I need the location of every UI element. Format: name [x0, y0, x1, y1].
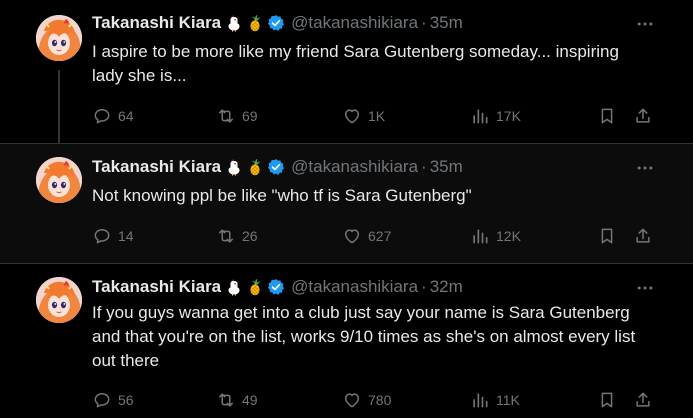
analytics-icon	[470, 226, 490, 246]
reply-button[interactable]: 64	[92, 104, 134, 128]
heart-icon	[342, 390, 362, 410]
like-count: 627	[368, 228, 392, 244]
chicken-icon	[226, 14, 242, 32]
reply-button[interactable]: 14	[92, 224, 134, 248]
bookmark-button[interactable]	[597, 224, 617, 248]
tweet-2[interactable]: Takanashi Kiara @takanashikiara · 35m No…	[0, 143, 693, 263]
heart-icon	[342, 226, 362, 246]
separator-dot: ·	[421, 157, 427, 176]
bookmark-button[interactable]	[597, 388, 617, 412]
like-button[interactable]: 1K	[342, 104, 385, 128]
timestamp[interactable]: 35m	[430, 157, 463, 177]
retweet-icon	[216, 226, 236, 246]
like-button[interactable]: 780	[342, 388, 391, 412]
verified-badge-icon[interactable]	[267, 14, 285, 32]
author-name[interactable]: Takanashi Kiara	[92, 277, 221, 297]
chicken-icon	[226, 278, 242, 296]
avatar[interactable]	[36, 157, 82, 203]
bookmark-icon	[597, 226, 617, 246]
tweet-header: Takanashi Kiara @takanashikiara · 32m	[92, 276, 463, 298]
heart-icon	[342, 106, 362, 126]
retweet-button[interactable]: 26	[216, 224, 258, 248]
timestamp[interactable]: 35m	[430, 13, 463, 33]
thread-line	[58, 70, 60, 143]
author-handle[interactable]: @takanashikiara	[291, 277, 418, 297]
more-options-button[interactable]	[633, 14, 657, 34]
reply-icon	[92, 226, 112, 246]
pineapple-icon	[247, 14, 263, 32]
reply-icon	[92, 390, 112, 410]
view-count: 11K	[496, 392, 520, 408]
reply-button[interactable]: 56	[92, 388, 134, 412]
more-options-button[interactable]	[633, 278, 657, 298]
verified-badge-icon[interactable]	[267, 158, 285, 176]
bookmark-icon	[597, 390, 617, 410]
retweet-count: 49	[242, 392, 258, 408]
views-button[interactable]: 12K	[470, 224, 521, 248]
views-button[interactable]: 17K	[470, 104, 521, 128]
tweet-text: Not knowing ppl be like "who tf is Sara …	[92, 186, 472, 205]
views-button[interactable]: 11K	[470, 388, 520, 412]
analytics-icon	[470, 390, 490, 410]
retweet-count: 69	[242, 108, 258, 124]
tweet-header: Takanashi Kiara @takanashikiara · 35m	[92, 12, 463, 34]
like-count: 1K	[368, 108, 386, 124]
like-count: 780	[368, 392, 392, 408]
retweet-icon	[216, 390, 236, 410]
retweet-button[interactable]: 49	[216, 388, 258, 412]
reply-icon	[92, 106, 112, 126]
share-button[interactable]	[633, 224, 653, 248]
tweet-actions: 56 49 780 11K	[92, 388, 662, 412]
author-handle[interactable]: @takanashikiara	[291, 13, 418, 33]
more-icon	[635, 14, 655, 34]
share-icon	[633, 390, 653, 410]
retweet-count: 26	[242, 228, 258, 244]
tweet-text: If you guys wanna get into a club just s…	[92, 303, 636, 370]
like-button[interactable]: 627	[342, 224, 391, 248]
tweet-3[interactable]: Takanashi Kiara @takanashikiara · 32m If…	[0, 263, 693, 418]
pineapple-icon	[247, 278, 263, 296]
chicken-icon	[226, 158, 242, 176]
reply-count: 56	[118, 392, 134, 408]
retweet-button[interactable]: 69	[216, 104, 258, 128]
pineapple-icon	[247, 158, 263, 176]
more-icon	[635, 278, 655, 298]
separator-dot: ·	[421, 13, 427, 32]
tweet-text: I aspire to be more like my friend Sara …	[92, 42, 619, 85]
author-handle[interactable]: @takanashikiara	[291, 157, 418, 177]
view-count: 12K	[496, 228, 521, 244]
tweet-header: Takanashi Kiara @takanashikiara · 35m	[92, 156, 463, 178]
more-icon	[635, 158, 655, 178]
timestamp[interactable]: 32m	[430, 277, 463, 297]
avatar[interactable]	[36, 15, 82, 61]
tweet-actions: 14 26 627 12K	[92, 224, 662, 248]
share-button[interactable]	[633, 104, 653, 128]
bookmark-icon	[597, 106, 617, 126]
share-icon	[633, 226, 653, 246]
more-options-button[interactable]	[633, 158, 657, 178]
bookmark-button[interactable]	[597, 104, 617, 128]
verified-badge-icon[interactable]	[267, 278, 285, 296]
author-name[interactable]: Takanashi Kiara	[92, 157, 221, 177]
separator-dot: ·	[421, 277, 427, 296]
analytics-icon	[470, 106, 490, 126]
tweet-1[interactable]: Takanashi Kiara @takanashikiara · 35m I …	[0, 0, 693, 143]
author-name[interactable]: Takanashi Kiara	[92, 13, 221, 33]
share-icon	[633, 106, 653, 126]
retweet-icon	[216, 106, 236, 126]
tweet-actions: 64 69 1K 17K	[92, 104, 662, 128]
avatar[interactable]	[36, 277, 82, 323]
share-button[interactable]	[633, 388, 653, 412]
reply-count: 14	[118, 228, 134, 244]
view-count: 17K	[496, 108, 521, 124]
reply-count: 64	[118, 108, 134, 124]
